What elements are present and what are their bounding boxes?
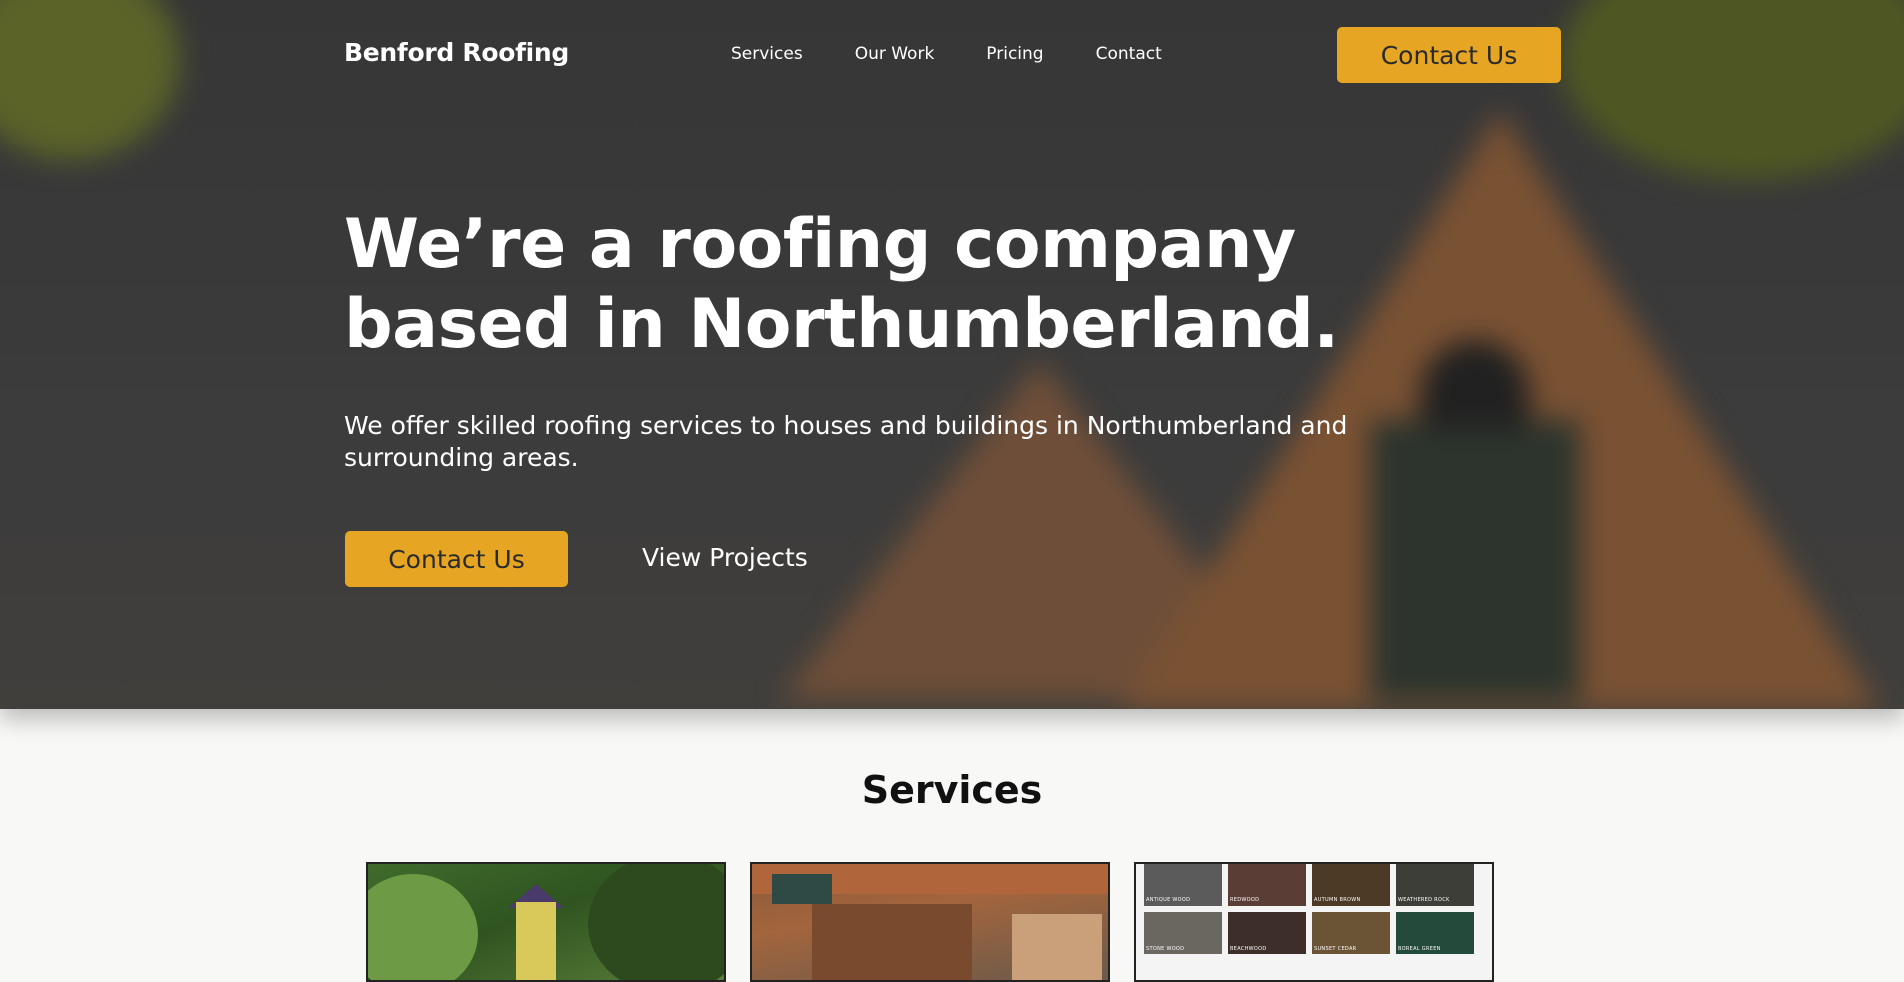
nav-link-our-work[interactable]: Our Work xyxy=(855,44,935,64)
nav-link-contact[interactable]: Contact xyxy=(1096,44,1162,64)
swatch-label: REDWOOD xyxy=(1230,897,1260,903)
swatch-label: WEATHERED ROCK xyxy=(1398,897,1450,903)
swatch-label: BEACHWOOD xyxy=(1230,946,1267,952)
swatch-label: ANTIQUE WOOD xyxy=(1146,897,1191,903)
nav-contact-us-button[interactable]: Contact Us xyxy=(1337,27,1561,83)
swatch-label: SUNSET CEDAR xyxy=(1314,946,1357,952)
service-card-1[interactable] xyxy=(366,862,726,982)
swatch-label: AUTUMN BROWN xyxy=(1314,897,1361,903)
nav-link-services[interactable]: Services xyxy=(731,44,803,64)
service-card-2[interactable] xyxy=(750,862,1110,982)
top-navigation: Benford Roofing Services Our Work Pricin… xyxy=(0,0,1904,110)
service-card-3[interactable]: ANTIQUE WOOD REDWOOD AUTUMN BROWN WEATHE… xyxy=(1134,862,1494,982)
brand-logo[interactable]: Benford Roofing xyxy=(344,38,569,67)
view-projects-link[interactable]: View Projects xyxy=(642,543,808,572)
hero-subtitle: We offer skilled roofing services to hou… xyxy=(344,411,1348,472)
hero-contact-us-button[interactable]: Contact Us xyxy=(345,531,568,587)
swatch-label: BOREAL GREEN xyxy=(1398,946,1441,952)
hero-title: We’re a roofing company based in Northum… xyxy=(344,205,1339,364)
nav-link-pricing[interactable]: Pricing xyxy=(986,44,1043,64)
nav-links: Services Our Work Pricing Contact xyxy=(731,44,1162,64)
services-heading: Services xyxy=(861,768,1043,812)
swatch-label: STONE WOOD xyxy=(1146,946,1185,952)
hero-section: Benford Roofing Services Our Work Pricin… xyxy=(0,0,1904,709)
